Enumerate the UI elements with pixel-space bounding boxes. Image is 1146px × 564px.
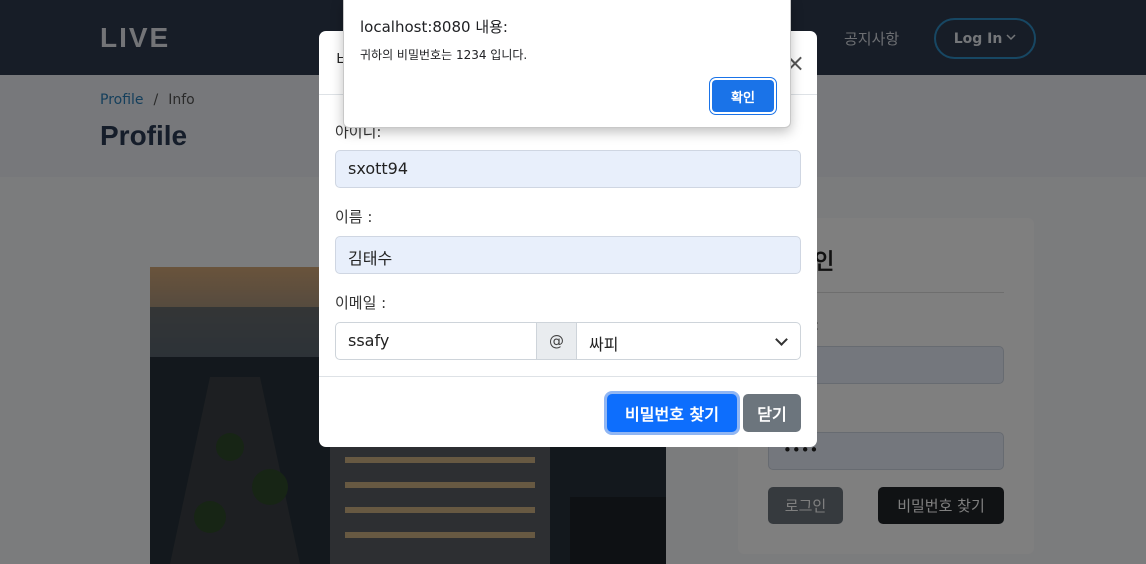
email-at-sign: @	[537, 323, 577, 359]
email-label: 이메일 :	[335, 294, 387, 312]
browser-alert-dialog: localhost:8080 내용: 귀하의 비밀번호는 1234 입니다. 확…	[343, 0, 791, 128]
chevron-down-icon	[775, 333, 788, 346]
name-label: 이름 :	[335, 208, 373, 226]
alert-ok-button[interactable]: 확인	[712, 80, 774, 112]
id-input[interactable]: sxott94	[335, 150, 801, 188]
email-domain-value: 싸피	[589, 335, 619, 354]
find-password-submit-button[interactable]: 비밀번호 찾기	[607, 394, 737, 432]
alert-origin: localhost:8080 내용:	[360, 18, 508, 36]
email-domain-select[interactable]: 싸피	[577, 323, 800, 359]
name-input[interactable]: 김태수	[335, 236, 801, 274]
modal-close-button[interactable]: 닫기	[743, 394, 801, 432]
alert-message: 귀하의 비밀번호는 1234 입니다.	[360, 48, 528, 62]
modal-footer: 비밀번호 찾기 닫기	[319, 376, 817, 447]
email-input-group: ssafy @ 싸피	[335, 322, 801, 360]
email-id-input[interactable]: ssafy	[336, 323, 537, 359]
